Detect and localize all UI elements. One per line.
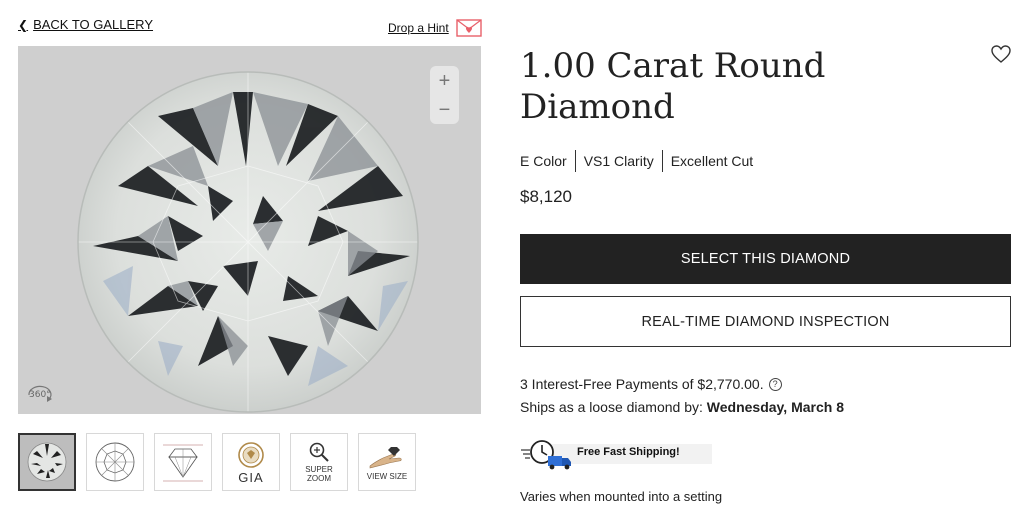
spec-clarity: VS1 Clarity bbox=[574, 150, 662, 172]
back-to-gallery-link[interactable]: ❮ BACK TO GALLERY bbox=[18, 17, 153, 32]
rotate-360-button[interactable]: 360° bbox=[25, 381, 55, 410]
spec-color: E Color bbox=[520, 153, 567, 169]
select-diamond-button[interactable]: SELECT THIS DIAMOND bbox=[520, 234, 1011, 284]
thumbnail-top-diagram[interactable] bbox=[86, 433, 144, 491]
diamond-top-diagram-icon bbox=[95, 442, 135, 482]
view-size-label: VIEW SIZE bbox=[366, 471, 408, 481]
diamond-photo-icon bbox=[27, 442, 67, 482]
favorite-button[interactable] bbox=[990, 44, 1012, 69]
payment-info: 3 Interest-Free Payments of $2,770.00. ? bbox=[520, 376, 782, 392]
free-shipping-badge: Free Fast Shipping! bbox=[520, 436, 712, 472]
gia-label: GIA bbox=[238, 469, 264, 485]
thumbnail-gia-certificate[interactable]: GIA bbox=[222, 433, 280, 491]
heart-icon bbox=[991, 45, 1011, 63]
drop-a-hint-label: Drop a Hint bbox=[388, 21, 449, 35]
thumbnail-view-size[interactable]: VIEW SIZE bbox=[358, 433, 416, 491]
diamond-image bbox=[77, 71, 419, 413]
zoom-out-button[interactable]: − bbox=[439, 100, 451, 120]
ship-date-info: Ships as a loose diamond by: Wednesday, … bbox=[520, 399, 844, 415]
delivery-truck-clock-icon bbox=[521, 440, 571, 470]
super-zoom-label: SUPER ZOOM bbox=[305, 465, 333, 483]
envelope-heart-icon bbox=[456, 19, 482, 37]
drop-a-hint-link[interactable]: Drop a Hint bbox=[388, 19, 482, 37]
gia-certificate-icon bbox=[238, 441, 264, 468]
rotate-360-icon: 360° bbox=[28, 385, 52, 402]
payment-text: 3 Interest-Free Payments of $2,770.00. bbox=[520, 376, 764, 392]
product-price: $8,120 bbox=[520, 187, 572, 206]
diamond-profile-diagram-icon bbox=[163, 444, 203, 482]
thumbnail-strip: GIA SUPER ZOOM VIEW SIZE bbox=[18, 433, 416, 491]
zoom-control: + − bbox=[430, 66, 459, 124]
shipping-note: Varies when mounted into a setting bbox=[520, 489, 723, 504]
spec-cut: Excellent Cut bbox=[661, 150, 761, 172]
back-link-label: BACK TO GALLERY bbox=[33, 17, 154, 32]
ships-prefix: Ships as a loose diamond by: bbox=[520, 399, 707, 415]
hand-size-icon bbox=[369, 446, 402, 468]
thumbnail-diamond-photo[interactable] bbox=[18, 433, 76, 491]
product-title: 1.00 Carat Round Diamond bbox=[520, 46, 826, 127]
help-icon[interactable]: ? bbox=[768, 377, 782, 391]
chevron-left-icon: ❮ bbox=[18, 17, 29, 32]
thumbnail-super-zoom[interactable]: SUPER ZOOM bbox=[290, 433, 348, 491]
thumbnail-profile-diagram[interactable] bbox=[154, 433, 212, 491]
diamond-inspection-button[interactable]: REAL-TIME DIAMOND INSPECTION bbox=[520, 296, 1011, 347]
zoom-in-button[interactable]: + bbox=[439, 71, 451, 91]
diamond-viewer[interactable]: + − 360° bbox=[18, 46, 481, 414]
ships-date: Wednesday, March 8 bbox=[706, 399, 844, 415]
diamond-specs: E Color VS1 Clarity Excellent Cut bbox=[520, 150, 761, 172]
magnifier-icon bbox=[309, 442, 329, 462]
free-shipping-label: Free Fast Shipping! bbox=[577, 446, 680, 458]
rotate-360-label: 360° bbox=[29, 390, 51, 400]
